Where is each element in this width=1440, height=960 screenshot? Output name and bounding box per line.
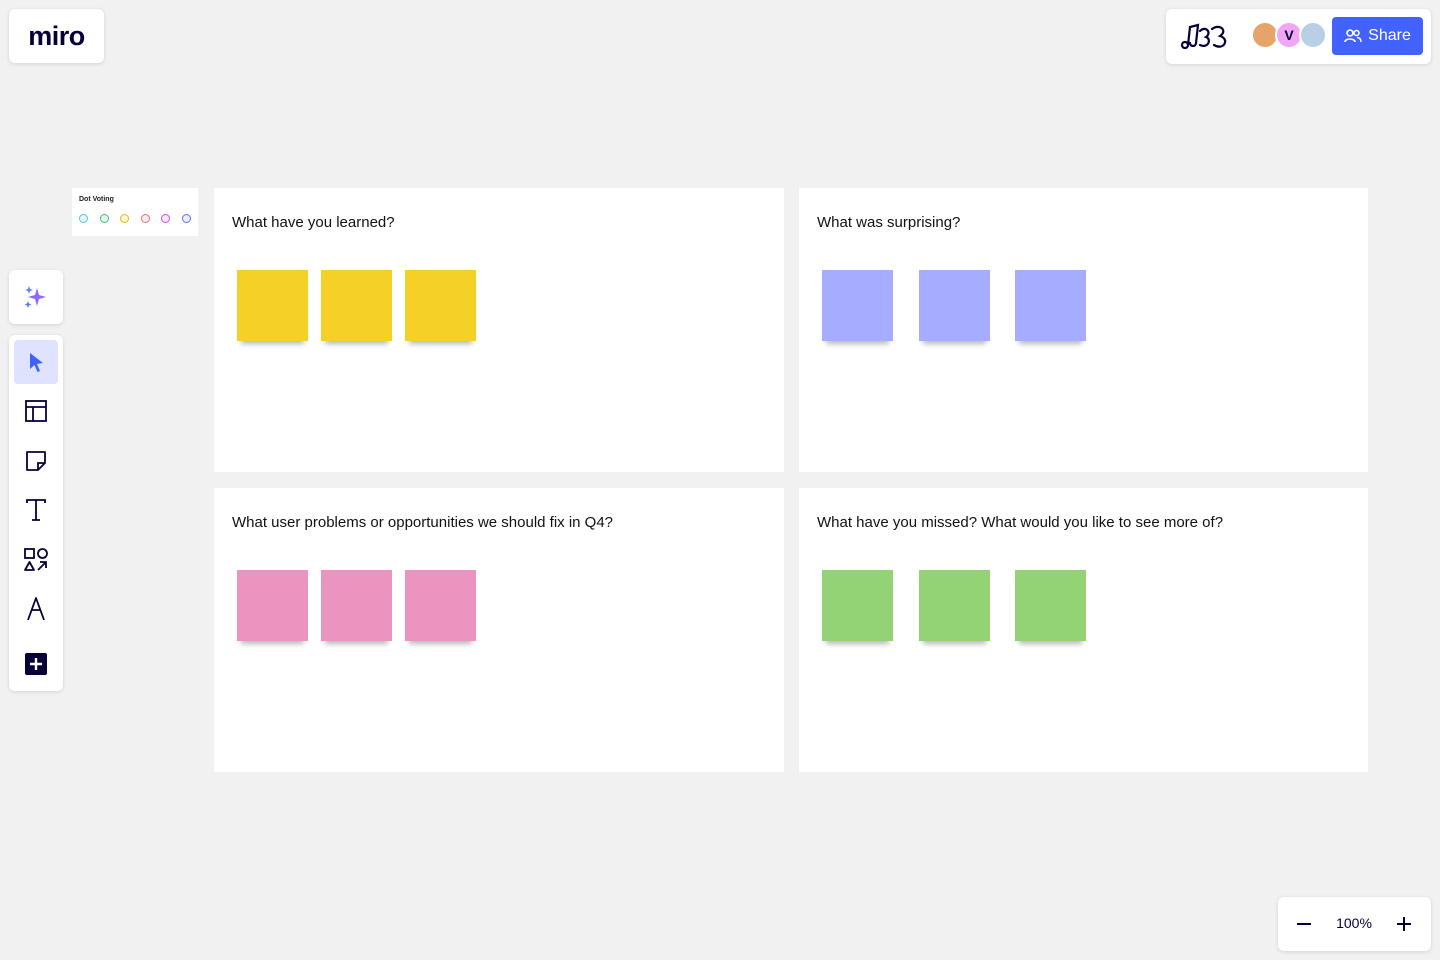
select-tool[interactable] — [14, 340, 58, 384]
vote-dot[interactable] — [161, 214, 170, 223]
more-apps-tool[interactable] — [14, 642, 58, 686]
retro-frame[interactable]: What was surprising? — [799, 188, 1368, 472]
zoom-level[interactable]: 100% — [1330, 915, 1378, 931]
retro-frame[interactable]: What have you missed? What would you lik… — [799, 488, 1368, 772]
shapes-icon — [24, 548, 48, 571]
sticky-note[interactable] — [405, 570, 476, 641]
pen-tool[interactable] — [14, 587, 58, 631]
frame-title: What have you missed? What would you lik… — [817, 514, 1224, 531]
people-icon — [1344, 29, 1362, 43]
retro-frame[interactable]: What user problems or opportunities we s… — [214, 488, 784, 772]
ai-assist-button[interactable] — [9, 270, 63, 324]
layout-icon — [25, 400, 47, 422]
sticky-note[interactable] — [1015, 270, 1086, 341]
frame-title: What was surprising? — [817, 214, 961, 231]
dot-voting-widget[interactable]: Dot Voting — [72, 188, 198, 236]
text-icon — [26, 499, 46, 521]
sticky-note[interactable] — [321, 270, 392, 341]
zoom-in-button[interactable] — [1387, 907, 1421, 941]
left-toolbar — [9, 335, 63, 691]
collaboration-bar: V Share — [1166, 9, 1431, 64]
share-label: Share — [1368, 27, 1411, 44]
plus-square-icon — [25, 653, 47, 675]
cursor-icon — [30, 353, 43, 372]
vote-dot[interactable] — [181, 214, 191, 223]
retro-frame[interactable]: What have you learned? — [214, 188, 784, 472]
sticky-note-icon — [26, 451, 46, 471]
sticky-note[interactable] — [918, 270, 990, 341]
frame-title: What have you learned? — [232, 214, 395, 231]
user-avatar-3[interactable] — [1299, 21, 1327, 49]
sticky-note[interactable] — [822, 570, 893, 641]
sparkles-icon — [24, 286, 46, 308]
sticky-note[interactable] — [405, 270, 476, 341]
pen-icon — [27, 597, 45, 621]
miro-logo: miro — [28, 20, 85, 51]
vote-dot[interactable] — [140, 214, 150, 223]
sticky-note[interactable] — [822, 270, 893, 341]
logo-container[interactable]: miro — [9, 9, 104, 63]
sticky-note[interactable] — [237, 570, 308, 641]
sticky-note[interactable] — [321, 570, 392, 641]
dot-voting-title: Dot Voting — [79, 196, 114, 203]
shapes-tool[interactable] — [14, 538, 58, 582]
sticky-note-tool[interactable] — [14, 439, 58, 483]
plus-icon — [1397, 917, 1411, 931]
minus-icon — [1297, 923, 1311, 925]
vote-dot[interactable] — [120, 214, 129, 223]
templates-tool[interactable] — [14, 389, 58, 433]
sticky-note[interactable] — [1015, 570, 1086, 641]
frame-title: What user problems or opportunities we s… — [232, 514, 614, 531]
text-tool[interactable] — [14, 488, 58, 532]
zoom-control: 100% — [1278, 897, 1431, 951]
sticky-note[interactable] — [918, 570, 990, 641]
board-logo-icon[interactable] — [1178, 21, 1232, 51]
share-button[interactable]: Share — [1332, 17, 1423, 55]
sticky-note[interactable] — [237, 270, 308, 341]
vote-dot[interactable] — [99, 214, 109, 223]
zoom-out-button[interactable] — [1287, 907, 1321, 941]
vote-dot[interactable] — [79, 214, 88, 223]
